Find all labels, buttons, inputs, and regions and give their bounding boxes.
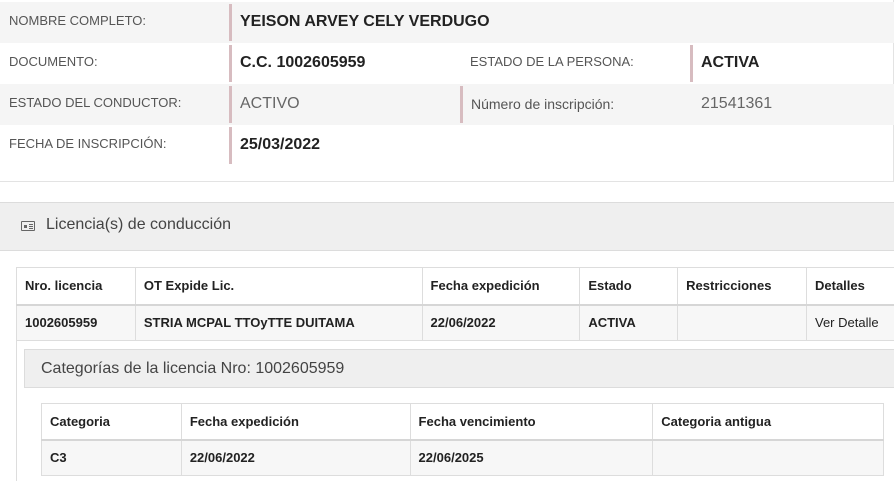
fecha-label: FECHA DE INSCRIPCIÓN: bbox=[9, 136, 166, 151]
id-card-icon bbox=[21, 221, 35, 231]
col-fecha-expedicion: Fecha expedición bbox=[422, 268, 580, 305]
col-fecha-vencimiento: Fecha vencimiento bbox=[410, 404, 653, 440]
inscripcion-label: Número de inscripción: bbox=[471, 96, 614, 112]
fecha-value: 25/03/2022 bbox=[240, 136, 320, 154]
licencias-table: Nro. licencia OT Expide Lic. Fecha exped… bbox=[16, 267, 894, 341]
col-fecha-expedicion: Fecha expedición bbox=[181, 404, 410, 440]
estado-conductor-value: ACTIVO bbox=[240, 95, 300, 113]
row-nombre: NOMBRE COMPLETO: YEISON ARVEY CELY VERDU… bbox=[0, 2, 894, 43]
estado-conductor-label: ESTADO DEL CONDUCTOR: bbox=[9, 95, 181, 110]
documento-value: C.C. 1002605959 bbox=[240, 54, 365, 72]
row-documento: DOCUMENTO: C.C. 1002605959 ESTADO DE LA … bbox=[0, 43, 894, 84]
col-nro-licencia: Nro. licencia bbox=[17, 268, 136, 305]
documento-label: DOCUMENTO: bbox=[9, 54, 98, 69]
estado-persona-label: ESTADO DE LA PERSONA: bbox=[470, 54, 634, 69]
nombre-value: YEISON ARVEY CELY VERDUGO bbox=[240, 13, 490, 31]
accent-bar bbox=[460, 86, 463, 123]
col-categoria-antigua: Categoria antigua bbox=[653, 404, 884, 440]
cell-antigua bbox=[653, 440, 884, 476]
table-header-row: Nro. licencia OT Expide Lic. Fecha exped… bbox=[17, 268, 894, 305]
accent-bar bbox=[229, 45, 232, 82]
cell-vencimiento: 22/06/2025 bbox=[410, 440, 653, 476]
col-detalles: Detalles bbox=[807, 268, 894, 305]
accent-bar bbox=[690, 45, 693, 82]
table-header-row: Categoria Fecha expedición Fecha vencimi… bbox=[42, 404, 884, 440]
col-estado: Estado bbox=[580, 268, 678, 305]
col-ot-expide: OT Expide Lic. bbox=[135, 268, 422, 305]
col-restricciones: Restricciones bbox=[678, 268, 807, 305]
cell-expedicion: 22/06/2022 bbox=[181, 440, 410, 476]
accent-bar bbox=[229, 86, 232, 123]
table-row: 1002605959 STRIA MCPAL TTOyTTE DUITAMA 2… bbox=[17, 305, 894, 341]
categorias-title: Categorías de la licencia Nro: 100260595… bbox=[41, 360, 344, 378]
cell-restricciones bbox=[678, 305, 807, 341]
accent-bar bbox=[229, 127, 232, 164]
cell-nro: 1002605959 bbox=[17, 305, 136, 341]
ver-detalle-link[interactable]: Ver Detalle bbox=[807, 305, 894, 341]
categorias-table: Categoria Fecha expedición Fecha vencimi… bbox=[41, 403, 884, 476]
accent-bar bbox=[229, 4, 232, 41]
row-fecha: FECHA DE INSCRIPCIÓN: 25/03/2022 bbox=[0, 125, 894, 166]
cell-ot: STRIA MCPAL TTOyTTE DUITAMA bbox=[135, 305, 422, 341]
cell-categoria: C3 bbox=[42, 440, 182, 476]
table-row: C3 22/06/2022 22/06/2025 bbox=[42, 440, 884, 476]
cell-estado: ACTIVA bbox=[580, 305, 678, 341]
person-info-panel: NOMBRE COMPLETO: YEISON ARVEY CELY VERDU… bbox=[0, 0, 894, 182]
row-conductor: ESTADO DEL CONDUCTOR: ACTIVO Número de i… bbox=[0, 84, 894, 125]
cell-fecha: 22/06/2022 bbox=[422, 305, 580, 341]
nombre-label: NOMBRE COMPLETO: bbox=[9, 13, 146, 28]
inscripcion-value: 21541361 bbox=[701, 95, 772, 113]
col-categoria: Categoria bbox=[42, 404, 182, 440]
estado-persona-value: ACTIVA bbox=[701, 54, 759, 72]
licencias-title: Licencia(s) de conducción bbox=[46, 216, 231, 234]
